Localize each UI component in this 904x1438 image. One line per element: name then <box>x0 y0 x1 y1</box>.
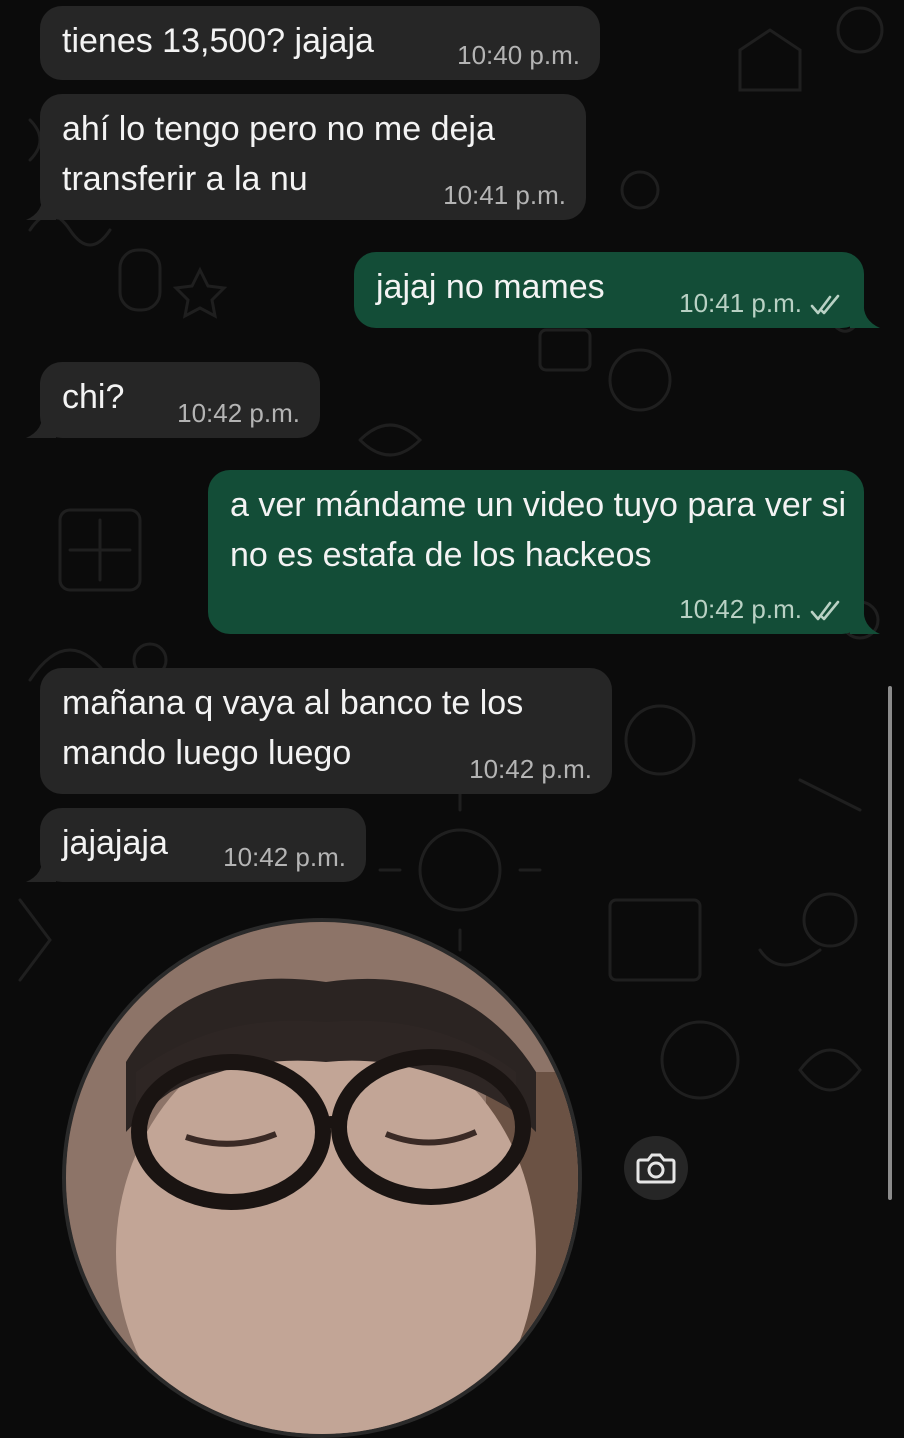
double-check-icon <box>810 600 840 621</box>
message-bubble-outgoing[interactable]: a ver mándame un video tuyo para ver si … <box>208 470 864 634</box>
message-bubble-incoming[interactable]: mañana q vaya al banco te los mando lueg… <box>40 668 612 794</box>
message-text: a ver mándame un video tuyo para ver si … <box>230 486 847 574</box>
bubble-tail <box>850 608 880 634</box>
message-bubble-incoming[interactable]: ahí lo tengo pero no me deja transferir … <box>40 94 586 220</box>
message-time: 10:42 p.m. <box>223 842 346 872</box>
message-meta: 10:42 p.m. <box>679 594 844 624</box>
message-time: 10:42 p.m. <box>469 754 592 784</box>
message-bubble-incoming[interactable]: jajajaja 10:42 p.m. <box>40 808 366 882</box>
message-bubble-incoming[interactable]: chi? 10:42 p.m. <box>40 362 320 438</box>
bubble-tail <box>26 856 56 882</box>
message-time: 10:41 p.m. <box>443 180 566 210</box>
bubble-tail <box>26 194 56 220</box>
scrollbar[interactable] <box>888 686 892 1200</box>
camera-button[interactable] <box>624 1136 688 1200</box>
message-bubble-outgoing[interactable]: jajaj no mames 10:41 p.m. <box>354 252 864 328</box>
message-time: 10:40 p.m. <box>457 40 580 70</box>
video-note[interactable] <box>62 918 582 1438</box>
message-bubble-incoming[interactable]: tienes 13,500? jajaja 10:40 p.m. <box>40 6 600 80</box>
video-note-thumbnail <box>66 922 578 1434</box>
camera-icon <box>636 1153 676 1184</box>
message-time: 10:42 p.m. <box>679 594 802 624</box>
message-time: 10:42 p.m. <box>177 398 300 428</box>
double-check-icon <box>810 294 840 315</box>
message-meta: 10:41 p.m. <box>679 288 844 318</box>
message-time: 10:41 p.m. <box>679 288 802 318</box>
bubble-tail <box>26 412 56 438</box>
bubble-tail <box>850 302 880 328</box>
